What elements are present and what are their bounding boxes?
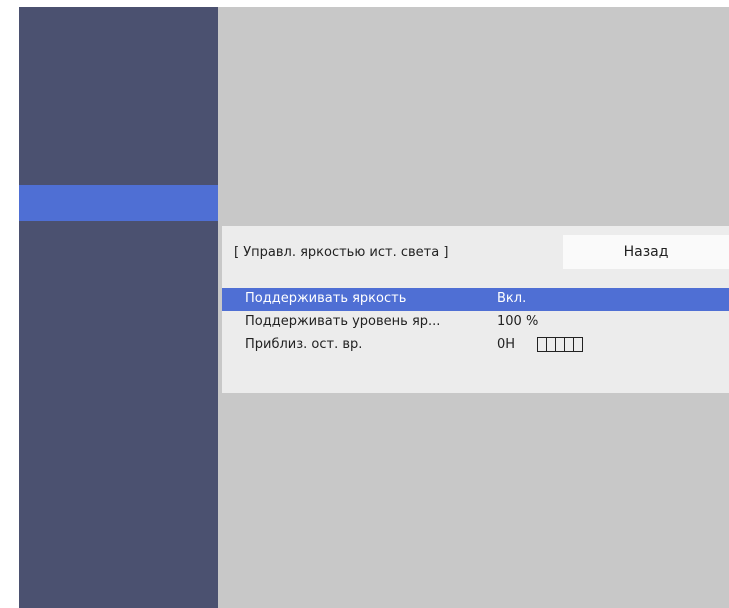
menu-item-value: 100 % — [497, 314, 539, 329]
menu-item-estimated-remaining-time[interactable]: Приблиз. ост. вр. 0H — [222, 334, 729, 357]
light-source-brightness-panel: [ Управл. яркостью ист. света ] Назад По… — [222, 226, 729, 393]
projector-menu-screen: [ Управл. яркостью ист. света ] Назад По… — [19, 7, 729, 608]
gauge-segment — [556, 338, 565, 351]
panel-title: [ Управл. яркостью ист. света ] — [234, 245, 449, 260]
gauge-segment — [547, 338, 556, 351]
menu-item-value: Вкл. — [497, 291, 527, 306]
menu-item-label: Поддерживать уровень яр... — [245, 314, 441, 329]
menu-item-label: Приблиз. ост. вр. — [245, 337, 363, 352]
menu-item-value: 0H — [497, 337, 516, 352]
gauge-segment — [565, 338, 574, 351]
remaining-time-gauge — [537, 337, 583, 352]
gauge-segment — [574, 338, 582, 351]
sidebar — [19, 7, 218, 608]
back-button[interactable]: Назад — [563, 235, 729, 269]
settings-menu: Поддерживать яркость Вкл. Поддерживать у… — [222, 288, 729, 357]
gauge-segment — [538, 338, 547, 351]
sidebar-selected-item[interactable] — [19, 185, 218, 221]
menu-item-maintain-level[interactable]: Поддерживать уровень яр... 100 % — [222, 311, 729, 334]
menu-item-label: Поддерживать яркость — [245, 291, 407, 306]
menu-item-maintain-brightness[interactable]: Поддерживать яркость Вкл. — [222, 288, 729, 311]
